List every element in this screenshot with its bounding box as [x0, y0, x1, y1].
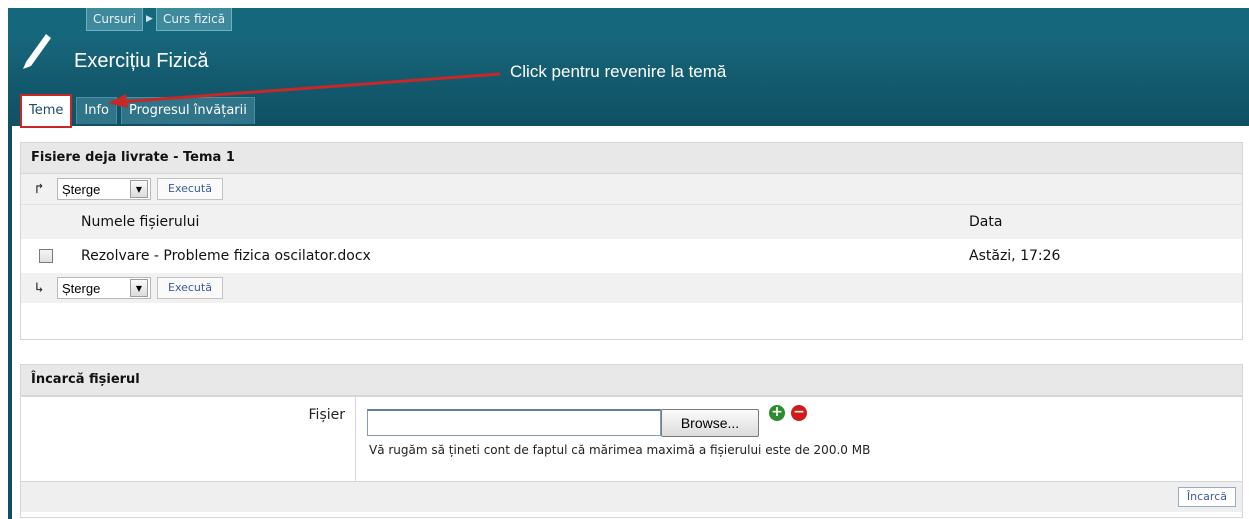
file-size-hint: Vă rugăm să țineti cont de faptul că măr…	[369, 443, 871, 457]
file-label: Fișier	[308, 407, 345, 423]
add-file-icon[interactable]: +	[769, 405, 785, 421]
delivered-files-heading: Fisiere deja livrate - Tema 1	[21, 143, 1242, 174]
branch-up-icon: ↳	[35, 280, 44, 296]
action-select-bottom[interactable]: Șterge ▼	[57, 277, 151, 299]
upload-heading: Încarcă fișierul	[21, 365, 1242, 396]
breadcrumb-item-course[interactable]: Curs fizică	[155, 7, 233, 31]
table-header: Numele fișierului Data	[21, 204, 1242, 239]
bottom-action-toolbar: ↳ Șterge ▼ Execută	[21, 273, 1242, 303]
file-path-input[interactable]	[367, 409, 661, 436]
pencil-icon	[23, 34, 51, 69]
app-frame: Cursuri ▶ Curs fizică Exercițiu Fizică C…	[8, 7, 1249, 519]
upload-panel: Încarcă fișierul Fișier Browse... + − Vă…	[20, 364, 1243, 518]
row-checkbox[interactable]	[39, 249, 53, 263]
branch-down-icon: ↱	[35, 181, 44, 197]
breadcrumb-separator-icon: ▶	[146, 14, 153, 24]
annotation-text: Click pentru revenire la temă	[510, 62, 727, 81]
delivered-files-panel: Fisiere deja livrate - Tema 1 ↱ Șterge ▼…	[20, 142, 1243, 340]
remove-file-icon[interactable]: −	[791, 405, 807, 421]
upload-button[interactable]: Încarcă	[1177, 487, 1236, 507]
file-form-row: Fișier Browse... + − Vă rugăm să țineti …	[21, 396, 1242, 481]
breadcrumb: Cursuri ▶ Curs fizică	[86, 7, 233, 31]
column-header-date[interactable]: Data	[969, 205, 1002, 239]
file-date: Astăzi, 17:26	[969, 248, 1061, 264]
tab-info[interactable]: Info	[76, 97, 118, 124]
dropdown-arrow-icon[interactable]: ▼	[130, 279, 148, 297]
action-select-top[interactable]: Șterge ▼	[57, 178, 151, 200]
action-select-value: Șterge	[62, 280, 101, 296]
action-select-value: Șterge	[62, 181, 101, 197]
top-action-toolbar: ↱ Șterge ▼ Execută	[21, 174, 1242, 204]
file-name[interactable]: Rezolvare - Probleme fizica oscilator.do…	[81, 239, 371, 273]
upload-footer: Încarcă	[21, 481, 1242, 512]
file-label-cell: Fișier	[21, 397, 356, 481]
browse-button[interactable]: Browse...	[661, 409, 759, 437]
tab-progress[interactable]: Progresul învățarii	[121, 97, 255, 124]
execute-button-bottom[interactable]: Execută	[157, 277, 223, 299]
course-header: Cursuri ▶ Curs fizică Exercițiu Fizică C…	[8, 7, 1249, 128]
tab-bar: Teme Info Progresul învățarii	[20, 94, 255, 128]
page-title: Exercițiu Fizică	[74, 50, 209, 72]
table-row: Rezolvare - Probleme fizica oscilator.do…	[21, 239, 1242, 273]
column-header-name[interactable]: Numele fișierului	[81, 205, 199, 239]
tab-teme[interactable]: Teme	[20, 94, 73, 128]
dropdown-arrow-icon[interactable]: ▼	[130, 180, 148, 198]
breadcrumb-item-courses[interactable]: Cursuri	[86, 7, 144, 31]
execute-button-top[interactable]: Execută	[157, 178, 223, 200]
